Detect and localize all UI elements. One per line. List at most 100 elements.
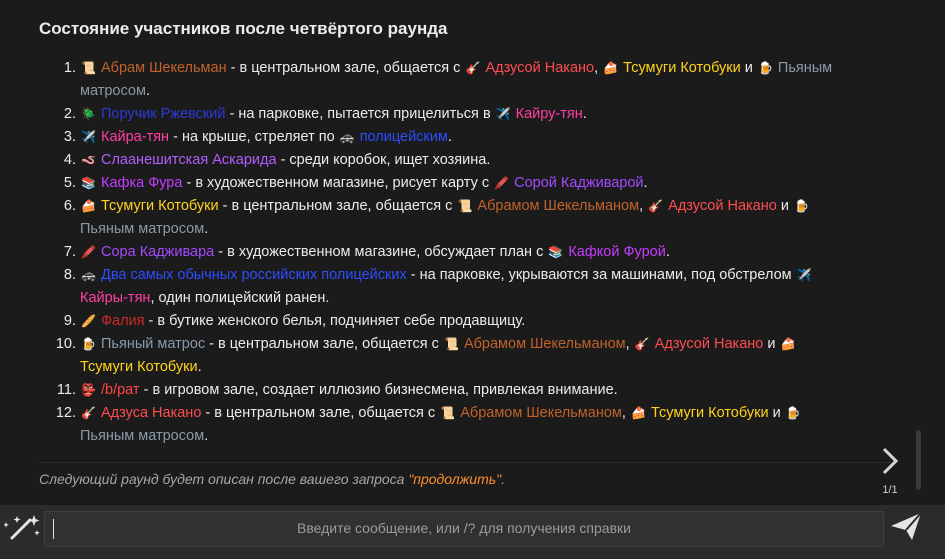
character-name: Пьяным матросом (80, 428, 205, 444)
character-icon: 📚 (548, 245, 564, 259)
character-name: Тсумуги Котобуки (623, 60, 741, 76)
item-text: и (763, 336, 780, 352)
item-text: - в центральном зале, общается с (226, 60, 465, 76)
list-number: 5. (63, 175, 76, 191)
character-icon: 🥖 (81, 314, 96, 328)
footer-note: Следующий раунд будет описан после вашег… (39, 471, 505, 487)
character-name: Кайру-тян (515, 106, 583, 122)
character-name: Сорой Кадживарой (514, 175, 644, 191)
item-text: - в игровом зале, создает иллюзию бизнес… (139, 382, 618, 398)
chevron-right-icon[interactable] (870, 446, 910, 484)
participant-list: 1. 📜 Абрам Шекельман - в центральном зале,… (40, 57, 840, 448)
item-text: . (665, 244, 670, 260)
character-icon: 🍰 (81, 199, 96, 213)
character-icon: 🍰 (603, 61, 619, 75)
item-text: , (639, 198, 648, 214)
character-name: Адзусой Накано (485, 60, 595, 76)
magic-wand-icon[interactable] (3, 512, 42, 542)
item-text: , (621, 405, 630, 421)
send-icon[interactable] (888, 509, 924, 543)
character-name: Абрамом Шекельманом (463, 336, 626, 352)
character-name: Адзуса Накано (101, 405, 202, 421)
character-icon: 🚓 (339, 130, 355, 144)
character-icon: 🍰 (630, 406, 646, 420)
input-placeholder: Введите сообщение, или /? для получения … (297, 520, 631, 536)
character-name: Пьяный матрос (101, 336, 206, 352)
item-text: . (204, 221, 209, 237)
list-item: 6. 🍰 Тсумуги Котобуки - в центральном зале… (40, 195, 840, 241)
list-number: 8. (63, 267, 76, 283)
list-number: 3. (63, 129, 76, 145)
character-name: Фалия (101, 313, 145, 329)
character-icon: 📜 (443, 337, 459, 351)
character-name: Два самых обычных российских полицейских (101, 267, 407, 283)
list-number: 2. (63, 106, 76, 122)
character-icon: 🖍️ (81, 245, 96, 259)
list-number: 9. (63, 313, 76, 329)
character-name: Адзусой Накано (654, 336, 764, 352)
item-text: и (740, 60, 757, 76)
item-text: - в центральном зале, общается с (205, 336, 443, 352)
list-number: 7. (63, 244, 76, 260)
character-icon: 🎸 (648, 199, 664, 213)
character-name: Тсумуги Котобуки (80, 359, 198, 375)
list-number: 10. (55, 336, 76, 352)
page-count: 1/1 (882, 484, 898, 496)
divider (39, 462, 897, 463)
list-item: 2. 🪲 Поручик Ржевский - на парковке, пытае… (40, 103, 840, 126)
list-number: 1. (63, 60, 76, 76)
character-icon: 📜 (457, 199, 473, 213)
list-item: 11. 👺 /b/рат - в игровом зале, создает илл… (40, 379, 840, 402)
list-number: 12. (55, 405, 76, 421)
item-text: - среди коробок, ищет хозяина. (276, 152, 491, 168)
character-name: Тсумуги Котобуки (650, 405, 769, 421)
character-name: полицейским (359, 129, 448, 145)
character-name: Сора Кадживара (101, 244, 215, 260)
character-icon: ✈️ (495, 107, 511, 121)
item-text: - на парковке, пытается прицелиться в (225, 106, 495, 122)
character-icon: 🍺 (785, 406, 801, 420)
character-icon: 📚 (81, 176, 96, 190)
character-icon: 📜 (81, 61, 96, 75)
character-icon: 🍺 (794, 199, 809, 213)
item-text: . (145, 83, 150, 99)
list-item: 4. 🪱 Слаанешитская Аскарида - среди коробо… (40, 149, 840, 172)
character-icon: 👺 (81, 383, 96, 397)
character-icon: 🖍️ (494, 176, 510, 190)
character-icon: ✈️ (796, 268, 812, 282)
item-text: и (776, 198, 793, 214)
character-icon: 🪱 (81, 153, 96, 167)
continue-keyword: "продолжить" (408, 471, 502, 487)
item-text: . (582, 106, 587, 122)
list-item: 8. 🚓 Два самых обычных российских полицейс… (40, 264, 840, 310)
character-name: Абрамом Шекельманом (460, 405, 622, 421)
item-text: . (204, 428, 209, 444)
footer-period: . (501, 471, 505, 487)
character-name: Поручик Ржевский (101, 106, 226, 122)
character-name: Адзусой Накано (668, 198, 777, 214)
message-input[interactable]: Введите сообщение, или /? для получения … (44, 511, 884, 547)
character-icon: 🚓 (81, 268, 96, 282)
character-name: /b/рат (101, 382, 140, 398)
character-icon: ✈️ (81, 130, 96, 144)
character-name: Слаанешитская Аскарида (101, 152, 277, 168)
chat-message: Состояние участников после четвёртого ра… (0, 0, 921, 505)
item-text: . (197, 359, 202, 375)
list-item: 3. ✈️ Кайра-тян - на крыше, стреляет по 🚓 п… (40, 126, 840, 149)
item-text: . (643, 175, 648, 191)
item-text: , (625, 336, 634, 352)
list-item: 1. 📜 Абрам Шекельман - в центральном зале,… (40, 57, 840, 103)
item-text: - в центральном зале, общается с (201, 405, 440, 421)
character-icon: 🍺 (757, 61, 773, 75)
scrollbar[interactable] (916, 430, 921, 490)
list-item: 12. 🎸 Адзуса Накано - в центральном зале, … (40, 402, 840, 448)
item-text: - в художественном магазине, рисует карт… (182, 175, 494, 191)
character-icon: 🪲 (81, 107, 96, 121)
character-icon: 📜 (440, 406, 456, 420)
message-title: Состояние участников после четвёртого ра… (39, 19, 448, 38)
item-text: - в центральном зале, общается с (218, 198, 457, 214)
character-name: Кафкой Фурой (568, 244, 666, 260)
pager: 1/1 (870, 446, 910, 496)
character-icon: 🍺 (81, 337, 96, 351)
list-item: 7. 🖍️ Сора Кадживара - в художественном ма… (40, 241, 840, 264)
